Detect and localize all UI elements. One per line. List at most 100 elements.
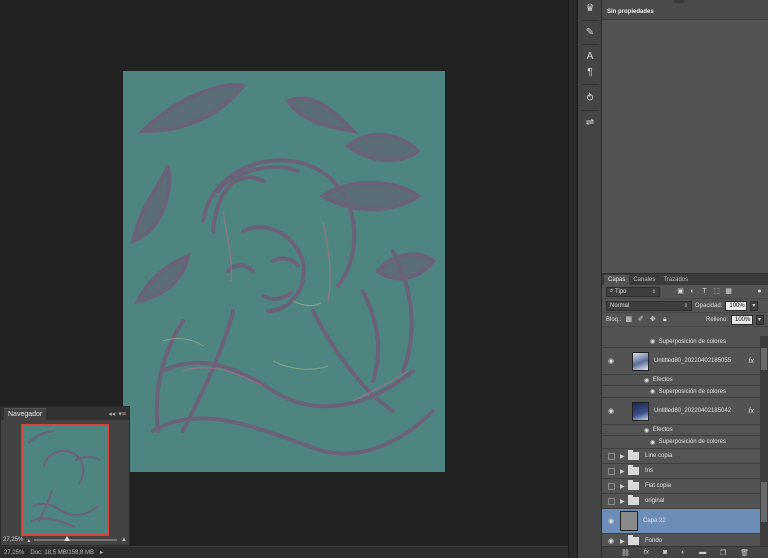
lock-label: Bloq.:: [606, 316, 622, 323]
navigator-zoom-row: 27,25% ▴ ▲: [1, 535, 129, 545]
tab-trazados[interactable]: Trazados: [659, 275, 692, 285]
layer-row[interactable]: ◉ Untitled80_20220402185055 fx: [602, 348, 760, 375]
clone-source-icon[interactable]: ⥁: [582, 92, 598, 106]
chevron-right-icon[interactable]: ▶: [620, 538, 628, 545]
add-mask-icon[interactable]: ◙: [663, 549, 667, 556]
layer-row[interactable]: ◉ Untitled80_20220402185042 fx: [602, 398, 760, 425]
zoom-slider[interactable]: [34, 536, 118, 541]
layer-group-row[interactable]: ▶ Iris: [602, 464, 760, 479]
add-style-fx-icon[interactable]: fx: [644, 549, 649, 556]
lock-transparency-icon[interactable]: ▩: [624, 315, 633, 324]
panel-menu-icon[interactable]: ▾≡: [118, 410, 126, 418]
eye-icon[interactable]: ◉: [602, 407, 620, 415]
eye-icon[interactable]: ◉: [602, 537, 620, 545]
filter-toggle-icon[interactable]: ●: [755, 287, 764, 296]
layer-effects-row[interactable]: ◉ Efectos: [602, 425, 760, 436]
layer-effect-row[interactable]: ◉ Superposición de colores: [602, 436, 760, 449]
opacity-dropdown-icon[interactable]: ▾: [750, 300, 759, 311]
filter-adjustment-icon[interactable]: ◐: [688, 287, 697, 296]
layer-row-selected[interactable]: ◉ Capa 22: [602, 509, 760, 534]
opacity-label: Opacidad:: [695, 302, 723, 309]
fill-value: 100%: [735, 316, 751, 323]
visibility-toggle[interactable]: [602, 497, 620, 505]
strip-divider: [581, 20, 599, 21]
dock-gutter[interactable]: [568, 0, 578, 558]
character-icon[interactable]: A: [582, 50, 598, 64]
navigator-controls: ◂◂ ▾≡: [108, 410, 126, 418]
chevron-right-icon[interactable]: ▶: [620, 483, 628, 490]
visibility-toggle[interactable]: [602, 482, 620, 490]
effect-eye-icon[interactable]: ◉: [650, 439, 655, 446]
visibility-toggle[interactable]: [602, 467, 620, 475]
effect-eye-icon[interactable]: ◉: [650, 338, 655, 345]
layer-name: Iris: [645, 468, 653, 474]
chevron-right-icon[interactable]: ▶: [620, 468, 628, 475]
lock-brush-icon[interactable]: ✐: [636, 315, 645, 324]
effects-eye-icon[interactable]: ◉: [644, 427, 649, 434]
layers-panel-tabs: Capas Canales Trazados: [602, 274, 768, 285]
history-icon[interactable]: ♛: [582, 2, 598, 16]
filter-smart-object-icon[interactable]: ▦: [724, 287, 733, 296]
filter-shape-icon[interactable]: ⬚: [712, 287, 721, 296]
lock-move-icon[interactable]: ✥: [648, 315, 657, 324]
navigator-tab[interactable]: Navegador: [4, 407, 47, 420]
visibility-toggle[interactable]: [602, 452, 620, 460]
zoom-slider-knob[interactable]: [64, 536, 71, 541]
lock-all-icon[interactable]: 🔒︎: [660, 315, 669, 324]
layer-group-row[interactable]: ▶ Line copia: [602, 449, 760, 464]
chevron-down-icon: ⇕: [683, 302, 688, 309]
chevron-right-icon[interactable]: ▶: [620, 498, 628, 505]
strip-divider: [581, 44, 599, 45]
scrollbar-thumb-lower[interactable]: [761, 482, 767, 522]
layer-group-row[interactable]: ▶ original: [602, 494, 760, 509]
navigator-zoom-value[interactable]: 27,25%: [3, 537, 23, 543]
brush-presets-icon[interactable]: ✎: [582, 26, 598, 40]
filter-type-icon[interactable]: T: [700, 287, 709, 296]
opacity-input[interactable]: 100%: [725, 300, 748, 311]
properties-title: Sin propiedades: [602, 0, 768, 20]
filter-kind-select[interactable]: ⌕ Tipo ⇕: [606, 286, 660, 297]
fill-dropdown-icon[interactable]: ▾: [756, 314, 764, 325]
fill-input[interactable]: 100%: [731, 314, 753, 325]
status-menu-icon[interactable]: ▸: [100, 549, 103, 556]
chevron-right-icon[interactable]: ▶: [620, 453, 628, 460]
layers-scrollbar[interactable]: [760, 336, 768, 546]
layer-effects-row[interactable]: ◉ Efectos: [602, 375, 760, 386]
tab-capas[interactable]: Capas: [604, 275, 630, 285]
fx-icon[interactable]: fx: [749, 358, 754, 365]
collapse-icon[interactable]: ◂◂: [108, 410, 115, 418]
new-group-icon[interactable]: ▬: [699, 549, 706, 556]
tab-canales[interactable]: Canales: [629, 275, 659, 285]
layer-group-row[interactable]: ◉ ▶ Fondo: [602, 534, 760, 546]
link-layers-icon[interactable]: ⛓: [621, 549, 630, 557]
layer-effect-row[interactable]: ◉ Superposición de colores: [602, 336, 760, 348]
blend-mode-select[interactable]: Normal ⇕: [606, 300, 692, 311]
status-zoom[interactable]: 27,25%: [4, 550, 24, 556]
paragraph-icon[interactable]: ¶: [582, 66, 598, 80]
new-layer-icon[interactable]: ❐: [720, 549, 726, 557]
effects-label: Efectos: [652, 377, 673, 383]
scrollbar-thumb[interactable]: [761, 348, 767, 370]
navigator-tabbar: Navegador ◂◂ ▾≡: [1, 407, 129, 420]
zoom-out-icon[interactable]: ▴: [27, 537, 30, 544]
eye-icon[interactable]: ◉: [602, 517, 620, 525]
layer-effect-row[interactable]: ◉ Superposición de colores: [602, 386, 760, 398]
effect-eye-icon[interactable]: ◉: [650, 388, 655, 395]
document-canvas[interactable]: [123, 71, 445, 472]
layer-name: Line copia: [645, 453, 673, 459]
new-adjustment-icon[interactable]: ◐: [681, 549, 685, 556]
fx-icon[interactable]: fx: [749, 408, 754, 415]
chevron-down-icon: ⇕: [651, 288, 656, 295]
effects-eye-icon[interactable]: ◉: [644, 377, 649, 384]
filter-pixel-icon[interactable]: ▣: [676, 287, 685, 296]
adjustments-icon[interactable]: ⇌: [582, 116, 598, 130]
layer-group-row[interactable]: ▶ Flat copia: [602, 479, 760, 494]
delete-layer-icon[interactable]: 🗑︎: [740, 549, 749, 557]
eye-icon[interactable]: ◉: [602, 357, 620, 365]
blend-mode-value: Normal: [610, 302, 630, 309]
effect-label: Superposición de colores: [658, 439, 726, 445]
opacity-value: 100%: [729, 302, 745, 309]
navigator-preview[interactable]: [21, 424, 109, 536]
zoom-in-icon[interactable]: ▲: [121, 537, 127, 543]
effects-label: Efectos: [652, 427, 673, 433]
